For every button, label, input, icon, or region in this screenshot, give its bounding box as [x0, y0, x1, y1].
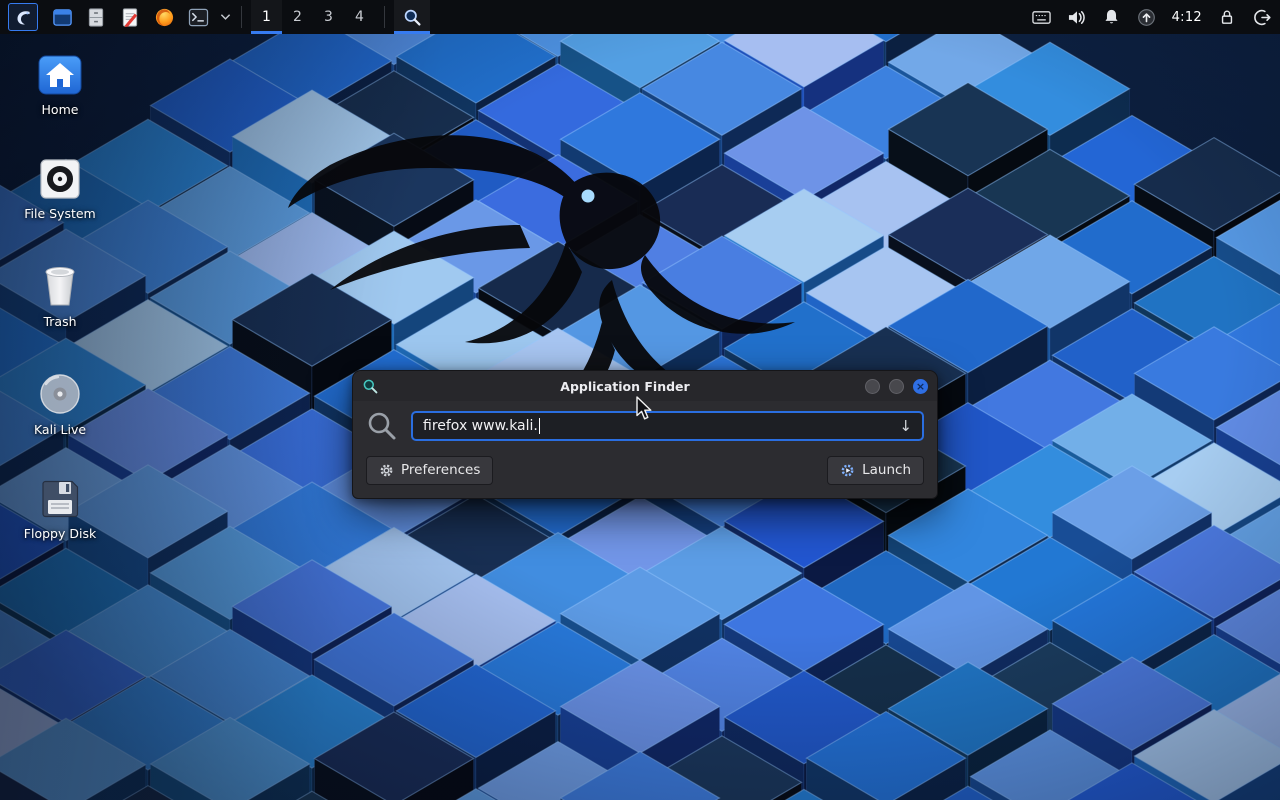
workspace-2-button[interactable]: 2	[282, 0, 313, 34]
volume-icon[interactable]	[1067, 7, 1087, 27]
chevron-down-icon	[220, 13, 231, 21]
lock-screen-icon[interactable]	[1217, 7, 1237, 27]
appfinder-window-icon	[362, 378, 379, 395]
terminal-launcher[interactable]	[184, 3, 212, 31]
desktop-icon-label: Floppy Disk	[24, 527, 96, 541]
file-manager-icon	[52, 7, 73, 28]
text-editor-icon	[120, 7, 140, 28]
desktop-icon-label: Trash	[43, 315, 76, 329]
application-finder-window: Application Finder × firefox www.kali. ↓	[352, 370, 938, 499]
trash-bin-icon	[39, 264, 81, 308]
workspace-switcher: 1 2 3 4	[251, 0, 375, 34]
desktop-icon-file-system[interactable]: File System	[16, 158, 104, 221]
notifications-bell-icon[interactable]	[1102, 7, 1122, 27]
close-icon: ×	[916, 381, 925, 392]
workspace-3-button[interactable]: 3	[313, 0, 344, 34]
desktop-icon-label: File System	[24, 207, 96, 221]
desktop-icon-floppy-disk[interactable]: Floppy Disk	[16, 478, 104, 541]
close-button[interactable]: ×	[913, 379, 928, 394]
minimize-button[interactable]	[865, 379, 880, 394]
file-manager-launcher[interactable]	[48, 3, 76, 31]
updates-status-icon[interactable]	[1137, 7, 1157, 27]
window-title: Application Finder	[393, 379, 857, 394]
keyboard-indicator-icon[interactable]	[1032, 7, 1052, 27]
workspace-1-button[interactable]: 1	[251, 0, 282, 34]
firefox-icon	[154, 7, 175, 28]
panel-clock[interactable]: 4:12	[1172, 10, 1202, 25]
panel-separator	[241, 6, 242, 28]
kali-menu-button[interactable]	[8, 3, 38, 31]
floppy-disk-icon	[39, 478, 81, 520]
kali-logo-icon	[12, 6, 34, 28]
launch-label: Launch	[862, 462, 911, 478]
text-cursor	[539, 418, 541, 434]
search-icon	[366, 410, 398, 442]
workspace-4-button[interactable]: 4	[344, 0, 375, 34]
window-buttons: ×	[865, 379, 928, 394]
file-system-icon	[39, 158, 81, 200]
panel-launchers	[48, 3, 232, 31]
disc-icon	[38, 372, 82, 416]
search-input-value: firefox www.kali.	[423, 418, 538, 434]
launch-icon	[840, 463, 855, 478]
history-dropdown-icon[interactable]: ↓	[899, 417, 912, 435]
text-editor-launcher[interactable]	[116, 3, 144, 31]
desktop-icon-label: Home	[42, 103, 79, 117]
gear-icon	[379, 463, 394, 478]
logout-power-icon[interactable]	[1252, 7, 1272, 27]
desktop-icon-label: Kali Live	[34, 423, 86, 437]
launcher-dropdown-button[interactable]	[218, 3, 232, 31]
desktop-icon-home[interactable]: Home	[16, 54, 104, 117]
panel-separator	[384, 6, 385, 28]
preferences-button[interactable]: Preferences	[366, 456, 493, 485]
file-cabinet-icon	[86, 7, 106, 28]
taskbar-appfinder-button[interactable]	[394, 0, 430, 34]
system-tray: 4:12	[1032, 0, 1272, 34]
firefox-launcher[interactable]	[150, 3, 178, 31]
panel-left-group: 1 2 3 4	[8, 0, 430, 34]
preferences-label: Preferences	[401, 462, 480, 478]
desktop-icon-kali-live[interactable]: Kali Live	[16, 372, 104, 437]
maximize-button[interactable]	[889, 379, 904, 394]
appfinder-body: firefox www.kali. ↓ Preferences Launch	[353, 401, 937, 498]
desktop-icon-trash[interactable]: Trash	[16, 264, 104, 329]
window-titlebar[interactable]: Application Finder ×	[353, 371, 937, 401]
launch-button[interactable]: Launch	[827, 456, 924, 485]
magnifier-icon	[403, 8, 422, 27]
search-input[interactable]: firefox www.kali. ↓	[411, 411, 924, 441]
top-panel: 1 2 3 4	[0, 0, 1280, 34]
home-folder-icon	[37, 54, 83, 96]
terminal-icon	[188, 8, 209, 27]
file-cabinet-launcher[interactable]	[82, 3, 110, 31]
